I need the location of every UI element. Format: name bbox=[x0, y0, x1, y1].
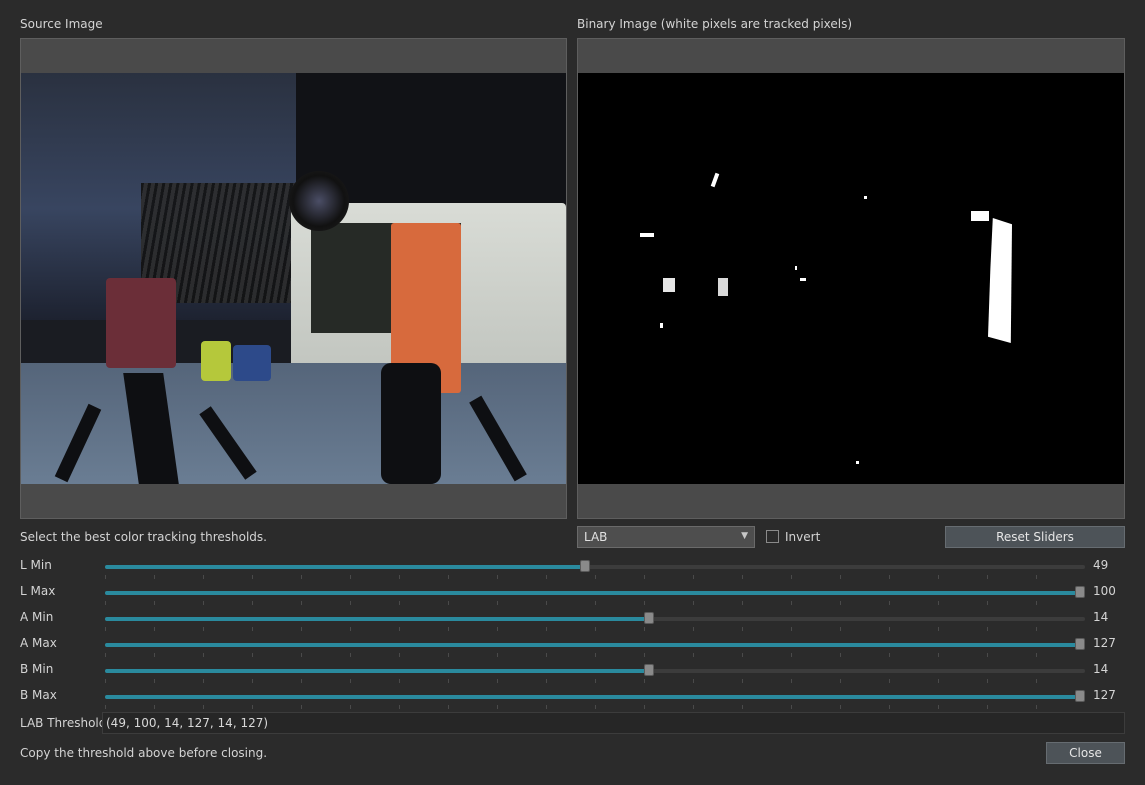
slider-handle[interactable] bbox=[643, 612, 654, 624]
slider-handle[interactable] bbox=[1075, 690, 1085, 702]
slider-ticks bbox=[105, 575, 1085, 579]
slider-b-min[interactable] bbox=[105, 664, 1085, 676]
slider-value: 49 bbox=[1093, 558, 1109, 572]
slider-handle[interactable] bbox=[1075, 586, 1085, 598]
invert-label[interactable]: Invert bbox=[785, 530, 820, 544]
slider-label: L Max bbox=[20, 584, 56, 598]
source-image-title: Source Image bbox=[20, 17, 103, 31]
chevron-down-icon: ▼ bbox=[741, 531, 748, 541]
binary-image-panel bbox=[577, 38, 1125, 519]
slider-row: A Min 14 bbox=[0, 610, 1145, 636]
slider-fill bbox=[105, 669, 649, 673]
invert-checkbox[interactable] bbox=[766, 530, 779, 543]
slider-value: 127 bbox=[1093, 688, 1116, 702]
slider-value: 14 bbox=[1093, 610, 1109, 624]
slider-handle[interactable] bbox=[1075, 638, 1085, 650]
reset-sliders-button[interactable]: Reset Sliders bbox=[945, 526, 1125, 548]
slider-fill bbox=[105, 643, 1085, 647]
color-space-value: LAB bbox=[584, 530, 608, 544]
slider-b-max[interactable] bbox=[105, 690, 1085, 702]
slider-label: A Min bbox=[20, 610, 54, 624]
binary-image bbox=[578, 73, 1124, 484]
slider-a-max[interactable] bbox=[105, 638, 1085, 650]
threshold-label: LAB Threshold bbox=[20, 716, 107, 730]
slider-ticks bbox=[105, 627, 1085, 631]
binary-image-title: Binary Image (white pixels are tracked p… bbox=[577, 17, 853, 31]
slider-label: B Max bbox=[20, 688, 57, 702]
source-image bbox=[21, 73, 566, 484]
source-image-panel bbox=[20, 38, 567, 519]
close-button[interactable]: Close bbox=[1046, 742, 1125, 764]
slider-row: L Max 100 bbox=[0, 584, 1145, 610]
instructions-text: Select the best color tracking threshold… bbox=[20, 530, 267, 544]
slider-handle[interactable] bbox=[643, 664, 654, 676]
slider-a-min[interactable] bbox=[105, 612, 1085, 624]
slider-l-max[interactable] bbox=[105, 586, 1085, 598]
slider-fill bbox=[105, 565, 586, 569]
slider-ticks bbox=[105, 601, 1085, 605]
footer-note: Copy the threshold above before closing. bbox=[20, 746, 268, 760]
slider-ticks bbox=[105, 679, 1085, 683]
slider-label: B Min bbox=[20, 662, 54, 676]
slider-row: A Max 127 bbox=[0, 636, 1145, 662]
slider-ticks bbox=[105, 705, 1085, 709]
slider-fill bbox=[105, 591, 1085, 595]
color-space-select[interactable]: LAB ▼ bbox=[577, 526, 755, 548]
slider-value: 100 bbox=[1093, 584, 1116, 598]
slider-label: A Max bbox=[20, 636, 57, 650]
slider-row: L Min 49 bbox=[0, 558, 1145, 584]
threshold-value: (49, 100, 14, 127, 14, 127) bbox=[106, 716, 269, 730]
slider-value: 14 bbox=[1093, 662, 1109, 676]
slider-fill bbox=[105, 617, 649, 621]
slider-row: B Min 14 bbox=[0, 662, 1145, 688]
slider-fill bbox=[105, 695, 1085, 699]
slider-ticks bbox=[105, 653, 1085, 657]
slider-l-min[interactable] bbox=[105, 560, 1085, 572]
slider-value: 127 bbox=[1093, 636, 1116, 650]
threshold-field[interactable]: (49, 100, 14, 127, 14, 127) bbox=[102, 712, 1125, 734]
slider-row: B Max 127 bbox=[0, 688, 1145, 714]
slider-label: L Min bbox=[20, 558, 52, 572]
slider-handle[interactable] bbox=[580, 560, 591, 572]
